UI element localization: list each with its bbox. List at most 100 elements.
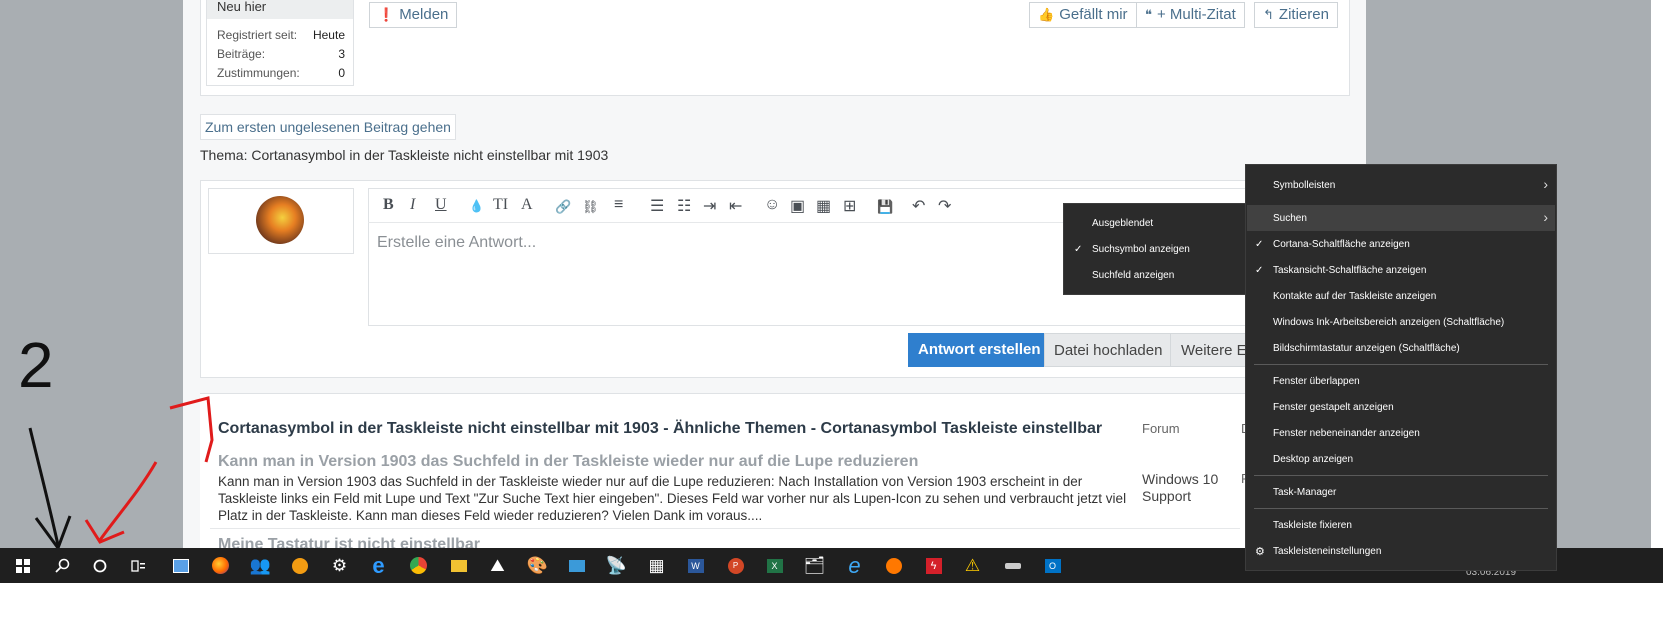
chrome-icon[interactable] (402, 549, 435, 582)
similar-topics-heading: Cortanasymbol in der Taskleiste nicht ei… (218, 420, 1103, 437)
menu-item-show-task-view[interactable]: Taskansicht-Schaltfläche anzeigen (1273, 265, 1426, 276)
search-submenu: Ausgeblendet ✓ Suchsymbol anzeigen Suchf… (1063, 203, 1246, 295)
menu-item-show-desktop[interactable]: Desktop anzeigen (1273, 454, 1353, 465)
user-stat-registered: Registriert seit: Heute (217, 28, 345, 42)
thumbs-up-icon: 👍 (1038, 7, 1055, 22)
menu-item-lock-taskbar[interactable]: Taskleiste fixieren (1273, 520, 1352, 531)
insert-icon[interactable]: ⊞ (843, 196, 856, 216)
image-icon[interactable]: ▣ (790, 196, 805, 216)
app-icon[interactable] (164, 549, 197, 582)
avast-icon[interactable] (877, 549, 910, 582)
flash-icon[interactable]: ϟ (917, 549, 950, 582)
menu-item-show-ink-workspace[interactable]: Windows Ink-Arbeitsbereich anzeigen (Sch… (1273, 317, 1504, 328)
check-icon: ✓ (1255, 265, 1264, 276)
submit-reply-button[interactable]: Antwort erstellen (908, 333, 1051, 367)
goto-first-unread-link[interactable]: Zum ersten ungelesenen Beitrag gehen (200, 114, 456, 140)
internet-explorer-icon[interactable]: e (838, 549, 871, 582)
submenu-item-show-search-icon[interactable]: Suchsymbol anzeigen (1092, 244, 1190, 255)
smiley-icon[interactable]: ☺ (764, 196, 780, 214)
italic-icon[interactable]: I (410, 196, 415, 214)
menu-item-stack-windows[interactable]: Fenster gestapelt anzeigen (1273, 402, 1394, 413)
align-icon[interactable]: ≡ (614, 196, 623, 214)
upload-file-button[interactable]: Datei hochladen (1044, 333, 1173, 367)
menu-separator (1254, 475, 1548, 476)
save-draft-icon[interactable]: 💾 (877, 199, 893, 215)
chevron-right-icon: › (1543, 209, 1548, 225)
menu-item-search[interactable]: Suchen (1273, 213, 1307, 224)
redo-icon[interactable]: ↷ (938, 196, 951, 216)
chevron-right-icon: › (1543, 176, 1548, 192)
user-info-box: Neu hier Registriert seit: Heute Beiträge… (206, 0, 354, 86)
outdent-icon[interactable]: ⇤ (729, 196, 742, 216)
excel-icon[interactable]: X (758, 549, 791, 582)
gear-icon: ⚙ (1255, 546, 1265, 558)
thread-title: Thema: Cortanasymbol in der Taskleiste n… (200, 147, 609, 163)
font-icon[interactable]: A (521, 196, 533, 214)
settings-icon[interactable]: ⚙ (323, 549, 356, 582)
photos-icon[interactable]: ⛰ (481, 549, 514, 582)
drive-icon[interactable] (996, 549, 1029, 582)
like-button[interactable]: 👍 Gefällt mir (1029, 2, 1137, 28)
windows-start-icon[interactable] (6, 549, 39, 582)
row-divider (210, 528, 1240, 529)
link-icon[interactable]: 🔗 (555, 199, 571, 215)
edge-icon[interactable]: e (362, 549, 395, 582)
app-window-icon[interactable]: 🗂 (798, 549, 831, 582)
menu-item-toolbars[interactable]: Symbolleisten (1273, 180, 1335, 191)
font-size-icon[interactable]: TI (493, 196, 508, 214)
paint-icon[interactable]: 🎨 (521, 549, 554, 582)
powerpoint-icon[interactable]: P (719, 549, 752, 582)
window-edge (1651, 0, 1663, 583)
submenu-item-hidden[interactable]: Ausgeblendet (1092, 218, 1153, 229)
quote-icon: ❝ (1145, 7, 1152, 22)
firefox-icon[interactable] (204, 549, 237, 582)
underline-icon[interactable]: U (435, 196, 447, 214)
quote-button[interactable]: ↰ Zitieren (1254, 2, 1338, 28)
app-blue-icon[interactable] (560, 549, 593, 582)
task-view-icon[interactable] (122, 549, 155, 582)
check-icon: ✓ (1074, 244, 1083, 255)
avatar (256, 196, 304, 244)
submenu-item-show-search-box[interactable]: Suchfeld anzeigen (1092, 270, 1174, 281)
menu-separator (1254, 508, 1548, 509)
outlook-icon[interactable]: O (1036, 549, 1069, 582)
color-icon[interactable]: 💧 (469, 199, 484, 213)
word-icon[interactable]: W (679, 549, 712, 582)
menu-item-show-contacts[interactable]: Kontakte auf der Taskleiste anzeigen (1273, 291, 1436, 302)
multiquote-button[interactable]: ❝ + Multi-Zitat (1136, 2, 1245, 28)
media-icon[interactable]: ▦ (816, 196, 831, 216)
user-stat-likes: Zustimmungen: 0 (217, 66, 345, 80)
menu-item-cascade-windows[interactable]: Fenster überlappen (1273, 376, 1360, 387)
reply-placeholder[interactable]: Erstelle eine Antwort... (377, 234, 536, 252)
undo-icon[interactable]: ↶ (912, 196, 925, 216)
menu-item-taskbar-settings[interactable]: Taskleisteneinstellungen (1273, 546, 1381, 557)
bullet-list-icon[interactable]: ☰ (650, 196, 664, 216)
user-rank: Neu hier (207, 0, 353, 19)
bold-icon[interactable]: B (383, 196, 394, 214)
menu-item-side-by-side[interactable]: Fenster nebeneinander anzeigen (1273, 428, 1420, 439)
check-icon: ✓ (1255, 239, 1264, 250)
file-explorer-icon[interactable] (442, 549, 475, 582)
reply-arrow-icon: ↰ (1263, 7, 1274, 22)
desktop-background-left (0, 0, 183, 583)
cortana-icon[interactable] (83, 549, 116, 582)
menu-item-task-manager[interactable]: Task-Manager (1273, 487, 1336, 498)
indent-icon[interactable]: ⇥ (703, 196, 716, 216)
column-header-forum: Forum (1142, 421, 1180, 436)
calculator-icon[interactable]: ▦ (640, 549, 673, 582)
menu-item-show-touch-keyboard[interactable]: Bildschirmtastatur anzeigen (Schaltfläch… (1273, 343, 1460, 354)
app-orange-icon[interactable] (283, 549, 316, 582)
people-icon[interactable]: 👥 (244, 549, 277, 582)
similar-topic-forum[interactable]: Windows 10 Support (1142, 471, 1232, 505)
unlink-icon[interactable]: ⛓ (582, 199, 599, 215)
similar-topic-title[interactable]: Kann man in Version 1903 das Suchfeld in… (218, 453, 918, 471)
more-options-button[interactable]: Weitere Ei (1170, 333, 1246, 367)
satellite-icon[interactable]: 📡 (600, 549, 633, 582)
menu-separator (1254, 364, 1548, 365)
numbered-list-icon[interactable]: ☷ (677, 196, 691, 216)
report-button[interactable]: ❗ Melden (369, 2, 458, 28)
menu-item-show-cortana[interactable]: Cortana-Schaltfläche anzeigen (1273, 239, 1410, 250)
search-icon[interactable] (45, 549, 78, 582)
warning-icon[interactable]: ⚠ (956, 549, 989, 582)
similar-topic-excerpt: Kann man in Version 1903 das Suchfeld in… (218, 474, 1127, 523)
